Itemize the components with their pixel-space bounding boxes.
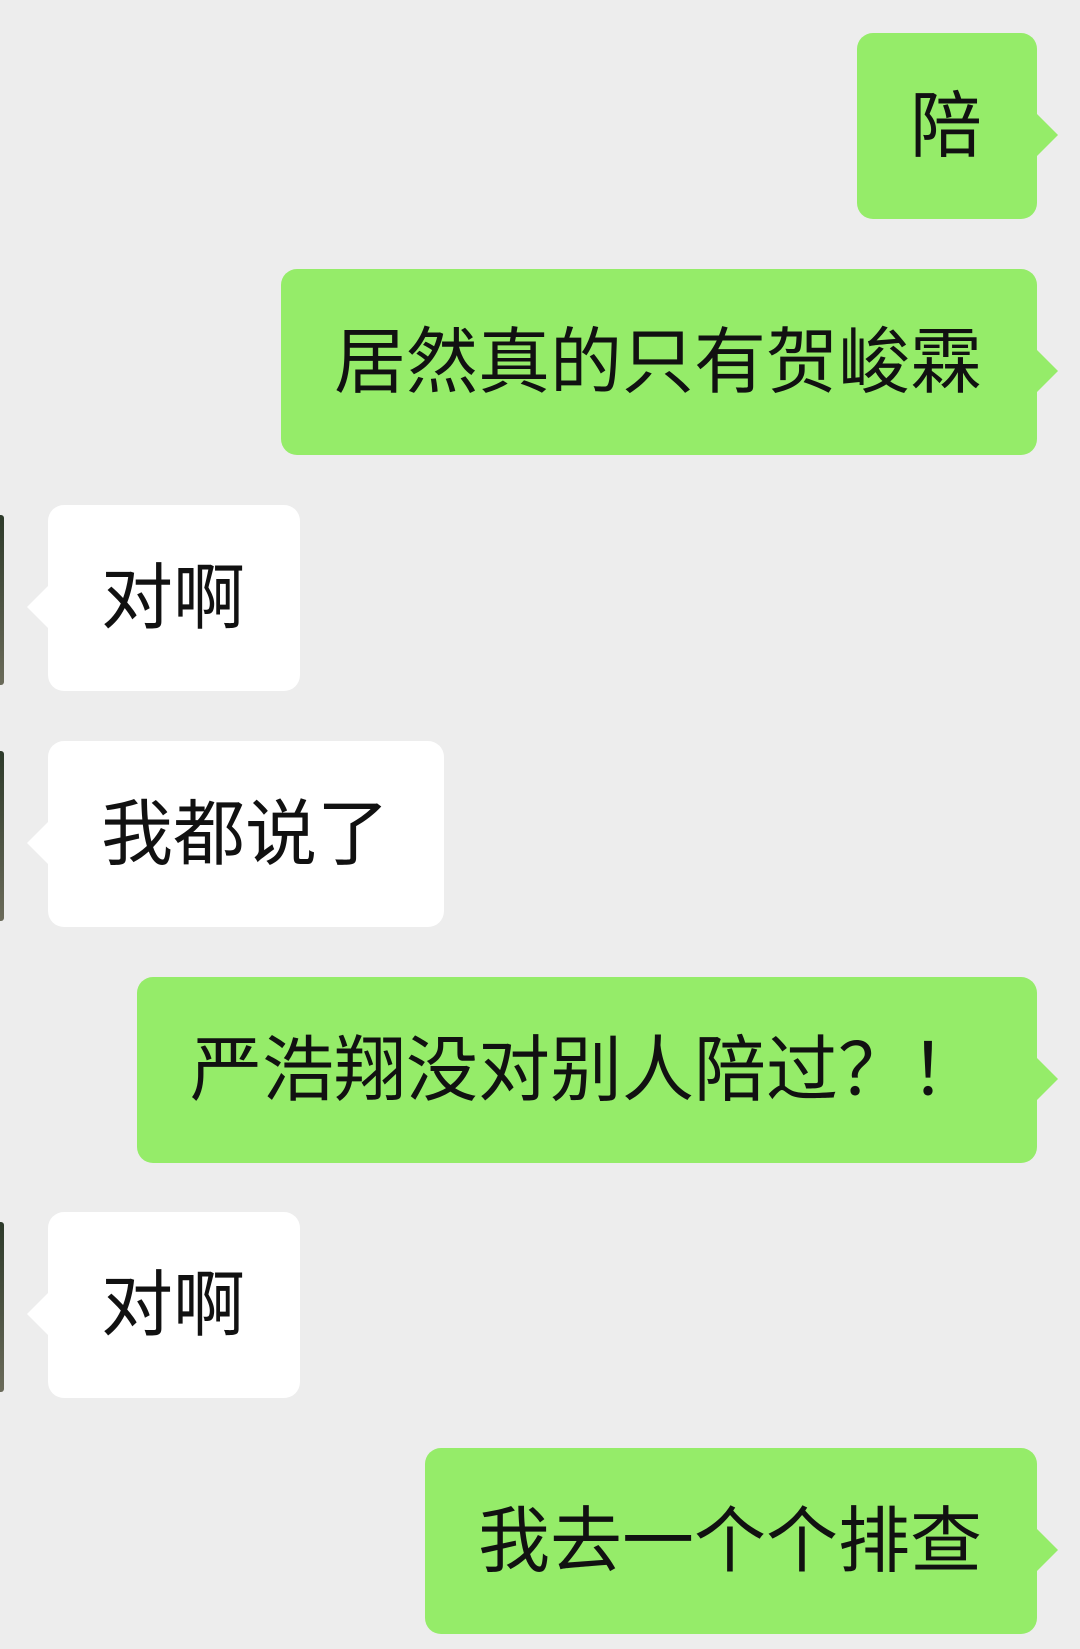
avatar[interactable] [0,751,4,921]
message-row: 居然真的只有贺峻霖 [0,269,1080,455]
received-message-bubble[interactable]: 我都说了 [26,741,445,927]
received-message-bubble[interactable]: 对啊 [26,505,301,691]
message-row: 陪 [0,33,1080,219]
sent-message-bubble[interactable]: 居然真的只有贺峻霖 [280,269,1059,455]
sent-message-bubble[interactable]: 陪 [856,33,1059,219]
message-row: 我都说了 [0,741,1080,927]
sent-message-bubble[interactable]: 我去一个个排查 [424,1448,1059,1634]
chat-area: 陪 居然真的只有贺峻霖 对啊 我都说了 严浩翔没对别人陪过？！ 对啊 我去一个个… [0,0,1080,1649]
message-row: 我去一个个排查 [0,1448,1080,1634]
message-row: 对啊 [0,505,1080,691]
avatar[interactable] [0,515,4,685]
received-message-bubble[interactable]: 对啊 [26,1212,301,1398]
message-row: 对啊 [0,1212,1080,1398]
sent-message-bubble[interactable]: 严浩翔没对别人陪过？！ [136,977,1059,1163]
avatar[interactable] [0,1222,4,1392]
message-row: 严浩翔没对别人陪过？！ [0,977,1080,1163]
